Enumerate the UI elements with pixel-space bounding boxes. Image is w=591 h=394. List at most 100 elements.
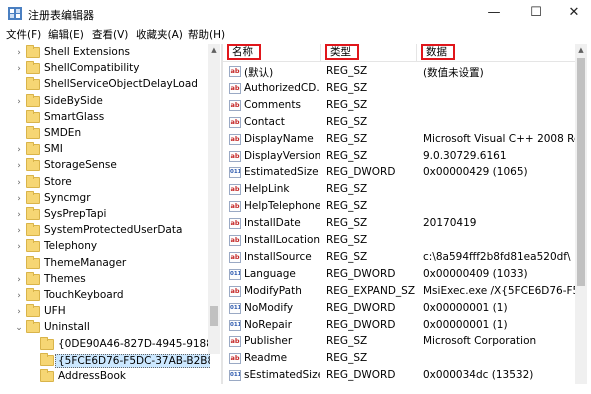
tree-item[interactable]: › Shell Extensions <box>0 45 210 61</box>
values-scrollbar[interactable]: ▲ <box>575 44 587 384</box>
tree-item-label: Shell Extensions <box>44 46 130 58</box>
value-type: REG_SZ <box>326 200 368 213</box>
values-scroll-thumb[interactable] <box>577 58 585 286</box>
tree-item[interactable]: {0DE90A46-827D-4945-9188-877 <box>0 336 210 353</box>
folder-icon <box>26 126 40 139</box>
chevron-right-icon[interactable]: › <box>14 274 24 286</box>
tree-item-label: ShellServiceObjectDelayLoad <box>44 78 198 91</box>
value-type: REG_SZ <box>326 183 368 196</box>
tree-item[interactable]: ShellServiceObjectDelayLoad <box>0 77 210 93</box>
value-row[interactable]: ab Readme REG_SZ <box>223 350 583 367</box>
tree-scrollbar[interactable]: ▲ <box>208 44 220 354</box>
tree-item-label: SMI <box>44 143 63 156</box>
tree-item[interactable]: ThemeManager <box>0 255 210 272</box>
tree-item[interactable]: › Telephony <box>0 239 210 255</box>
value-name: DisplayVersion <box>244 149 320 162</box>
tree-item[interactable]: › Syncmgr <box>0 190 210 207</box>
chevron-right-icon[interactable] <box>14 79 24 91</box>
tree-item[interactable]: › Themes <box>0 271 210 288</box>
column-header-data[interactable]: 数据 <box>417 44 583 62</box>
chevron-right-icon[interactable]: › <box>14 160 24 172</box>
value-row[interactable]: ab InstallDate REG_SZ 20170419 <box>223 215 583 232</box>
tree-item[interactable]: › UFH <box>0 304 210 320</box>
chevron-right-icon[interactable]: › <box>14 63 24 75</box>
tree-item-label: TouchKeyboard <box>44 289 124 301</box>
string-value-icon: ab <box>229 116 241 128</box>
chevron-right-icon[interactable] <box>14 258 24 270</box>
chevron-right-icon[interactable]: › <box>14 241 24 253</box>
value-name: InstallLocation <box>244 234 320 246</box>
chevron-right-icon[interactable]: › <box>14 306 24 318</box>
tree-item[interactable]: › ShellCompatibility <box>0 61 210 77</box>
column-header-data-label: 数据 <box>421 44 455 60</box>
value-row[interactable]: ab InstallLocation REG_SZ <box>223 232 583 249</box>
value-row[interactable]: 011 NoModify REG_DWORD 0x00000001 (1) <box>223 300 583 317</box>
chevron-right-icon[interactable]: › <box>14 144 24 156</box>
chevron-right-icon[interactable]: › <box>14 177 24 189</box>
tree-item[interactable]: › StorageSense <box>0 158 210 174</box>
tree-item[interactable]: › SMI <box>0 142 210 158</box>
tree-item[interactable]: › SystemProtectedUserData <box>0 223 210 239</box>
tree-item[interactable]: › Store <box>0 174 210 191</box>
value-row[interactable]: ab DisplayName REG_SZ Microsoft Visual C++ … <box>223 131 583 148</box>
registry-editor-icon <box>8 7 22 20</box>
tree-item[interactable]: › TouchKeyboard <box>0 288 210 304</box>
value-row[interactable]: ab HelpTelephone REG_SZ <box>223 198 583 215</box>
value-row[interactable]: ab Comments REG_SZ <box>223 97 583 114</box>
tree-scroll-thumb[interactable] <box>210 306 218 326</box>
tree-item[interactable]: AddressBook <box>0 369 210 384</box>
tree-item[interactable]: SmartGlass <box>0 109 210 126</box>
value-type: REG_SZ <box>326 335 368 348</box>
tree-item-label: Uninstall <box>44 321 90 334</box>
chevron-right-icon[interactable]: › <box>14 96 24 108</box>
value-row[interactable]: ab HelpLink REG_SZ <box>223 181 583 198</box>
chevron-down-icon[interactable]: ⌄ <box>14 322 24 334</box>
value-type: REG_SZ <box>326 217 368 230</box>
values-scroll-up-arrow-icon[interactable]: ▲ <box>575 44 587 56</box>
column-header-type[interactable]: 类型 <box>321 44 417 62</box>
value-row[interactable]: ab ModifyPath REG_EXPAND_SZ MsiExec.exe /X{… <box>223 283 583 300</box>
chevron-right-icon[interactable]: › <box>14 209 24 221</box>
value-row[interactable]: ab (默认) REG_SZ (数值未设置) <box>223 63 583 80</box>
value-row[interactable]: 011sEstimatedSize2 REG_DWORD 0x000034dc (1… <box>223 367 583 384</box>
menu-favorites[interactable]: 收藏夹(A) <box>134 27 185 42</box>
value-row[interactable]: ab Contact REG_SZ <box>223 114 583 131</box>
tree-item-label: Telephony <box>44 240 98 253</box>
folder-icon <box>26 320 40 334</box>
value-name: (默认) <box>244 67 274 79</box>
tree-item[interactable]: SMDEn <box>0 126 210 142</box>
menu-file[interactable]: 文件(F) <box>4 27 43 42</box>
value-row[interactable]: ab Publisher REG_SZ Microsoft Corporation <box>223 333 583 350</box>
value-row[interactable]: 011 EstimatedSize REG_DWORD 0x00000429 (106… <box>223 164 583 181</box>
string-value-icon: ab <box>229 150 241 162</box>
tree-item-label: SMDEn <box>44 127 82 139</box>
scroll-up-arrow-icon[interactable]: ▲ <box>208 44 220 56</box>
value-data: 0x00000001 (1) <box>423 301 508 314</box>
tree-item[interactable]: › SysPrepTapi <box>0 207 210 223</box>
tree-item[interactable]: › SideBySide <box>0 93 210 110</box>
value-name: InstallDate <box>244 217 301 230</box>
string-value-icon: ab <box>229 285 241 297</box>
close-button[interactable]: ✕ <box>554 1 591 25</box>
chevron-right-icon[interactable] <box>14 112 24 124</box>
value-data: Microsoft Corporation <box>423 335 537 348</box>
chevron-right-icon[interactable]: › <box>14 47 24 59</box>
column-header-name[interactable]: 名称 <box>223 44 321 62</box>
value-row[interactable]: ab InstallSource REG_SZ c:\8a594fff2b8fd81e… <box>223 249 583 266</box>
menu-edit[interactable]: 编辑(E) <box>46 27 86 42</box>
value-row[interactable]: ab AuthorizedCD... REG_SZ <box>223 80 583 97</box>
chevron-right-icon[interactable]: › <box>14 290 24 302</box>
tree-item[interactable]: ⌄ Uninstall <box>0 320 210 336</box>
menu-help[interactable]: 帮助(H) <box>186 27 227 42</box>
value-row[interactable]: 011 Language REG_DWORD 0x00000409 (1033) <box>223 266 583 283</box>
menu-view[interactable]: 查看(V) <box>90 27 130 42</box>
maximize-button[interactable]: ☐ <box>516 1 556 25</box>
folder-icon <box>40 352 54 366</box>
chevron-right-icon[interactable]: › <box>14 193 24 205</box>
chevron-right-icon[interactable]: › <box>14 225 24 237</box>
value-row[interactable]: ab DisplayVersion REG_SZ 9.0.30729.6161 <box>223 148 583 165</box>
value-row[interactable]: 011 NoRepair REG_DWORD 0x00000001 (1) <box>223 317 583 334</box>
chevron-right-icon[interactable] <box>14 128 24 140</box>
minimize-button[interactable]: — <box>474 1 514 25</box>
tree-item[interactable]: {5FCE6D76-F5DC-37AB-B2B8-22 <box>0 352 210 369</box>
